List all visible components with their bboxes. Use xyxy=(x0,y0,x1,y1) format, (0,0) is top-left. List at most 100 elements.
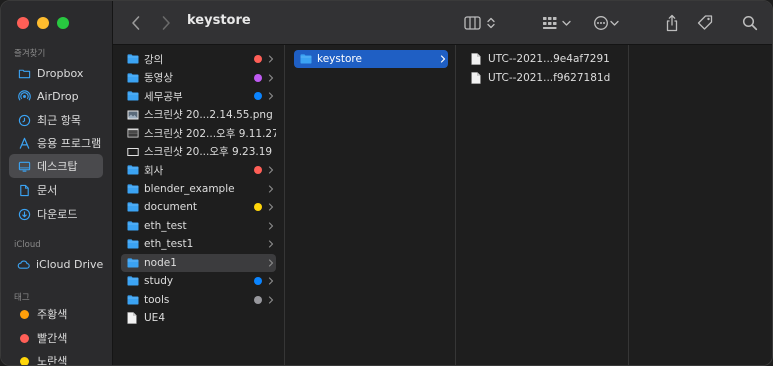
folder-icon xyxy=(127,294,139,304)
item-label: document xyxy=(144,201,197,213)
sidebar-item-desktop[interactable]: 데스크탑 xyxy=(9,154,103,178)
chevron-right-icon xyxy=(268,295,274,304)
tags-button[interactable] xyxy=(695,12,715,34)
item-label: 강의 xyxy=(144,53,164,66)
sidebar-item-downloads[interactable]: 다운로드 xyxy=(9,202,103,226)
tag-dot-icon xyxy=(254,55,262,63)
chevron-right-icon xyxy=(268,55,274,63)
item-label: eth_test xyxy=(144,219,187,232)
red-tag-dot-icon xyxy=(20,333,29,343)
folder-row[interactable]: 회사 xyxy=(121,161,276,179)
folder-row[interactable]: study xyxy=(121,272,276,290)
chevron-right-icon xyxy=(268,240,274,248)
item-label: 스크린샷 202...오후 9.11.27 xyxy=(144,127,276,140)
chevron-right-icon xyxy=(268,166,276,174)
folder-icon xyxy=(127,54,139,64)
folder-icon xyxy=(127,54,139,64)
item-label: UTC--2021...f9627181d xyxy=(488,71,611,84)
folder-row[interactable]: 강의 xyxy=(121,50,276,68)
view-mode-button[interactable] xyxy=(463,12,499,34)
folder-row[interactable]: blender_example xyxy=(121,180,276,198)
sidebar-item-icloud-drive[interactable]: iCloud Drive xyxy=(9,252,103,276)
folder-row[interactable]: 세무공부 xyxy=(121,87,276,105)
sidebar-item-label: 다운로드 xyxy=(37,208,78,221)
folder-row[interactable]: tools xyxy=(121,291,276,309)
sidebar-item-dropbox[interactable]: Dropbox xyxy=(9,61,103,85)
sidebar-item-recents[interactable]: 최근 항목 xyxy=(9,108,103,132)
tag-dot-icon xyxy=(254,203,262,211)
chevron-right-icon xyxy=(268,221,274,230)
sidebar-item-label: AirDrop xyxy=(37,89,79,103)
file-icon xyxy=(127,128,139,138)
sidebar-item-applications[interactable]: 응용 프로그램 xyxy=(9,131,103,155)
group-grid-icon xyxy=(543,17,571,29)
sidebar-item-label: 응용 프로그램 xyxy=(37,137,102,150)
chevron-right-icon xyxy=(268,92,274,100)
chevron-right-icon xyxy=(268,203,274,211)
file-icon xyxy=(127,312,137,324)
column-node1: keystore xyxy=(286,45,456,365)
column-desktop: 강의동영상세무공부스크린샷 20...2.14.55.png 스크린샷 202..… xyxy=(113,45,285,365)
action-menu-button[interactable] xyxy=(593,12,623,34)
folder-row[interactable]: document xyxy=(121,198,276,216)
file-row[interactable]: 스크린샷 202...오후 9.11.27 xyxy=(121,124,276,142)
sidebar-item-documents[interactable]: 문서 xyxy=(9,178,103,202)
item-label: 동영상 xyxy=(144,72,173,84)
forward-button[interactable] xyxy=(157,12,175,34)
chevron-right-icon xyxy=(268,73,276,82)
folder-icon xyxy=(127,165,139,175)
search-button[interactable] xyxy=(741,12,759,34)
file-row[interactable]: UE4 xyxy=(121,309,276,327)
folder-row[interactable]: 동영상 xyxy=(121,69,276,87)
share-button[interactable] xyxy=(663,12,681,34)
file-row[interactable]: UTC--2021...9e4af7291 xyxy=(467,50,617,68)
file-row[interactable]: 스크린샷 20...오후 9.23.19 xyxy=(121,143,276,161)
fullscreen-window-button[interactable] xyxy=(57,17,69,29)
sidebar-tag-red[interactable]: 빨간색 xyxy=(9,326,103,350)
folder-icon xyxy=(127,220,139,230)
applications-icon xyxy=(17,136,31,150)
chevron-right-icon xyxy=(268,184,274,193)
screenshot-file-icon xyxy=(127,147,139,156)
folder-row[interactable]: node1 xyxy=(121,253,276,272)
sidebar-tag-orange[interactable]: 주황색 xyxy=(9,302,103,326)
folder-row[interactable]: eth_test1 xyxy=(121,235,276,253)
ellipsis-circle-icon xyxy=(594,16,619,30)
close-window-button[interactable] xyxy=(17,17,29,29)
minimize-window-button[interactable] xyxy=(37,17,49,29)
chevron-right-icon xyxy=(268,258,274,267)
sidebar-item-label: 최근 항목 xyxy=(37,114,81,127)
chevron-right-icon xyxy=(268,295,276,304)
sidebar-tag-yellow[interactable]: 노란색 xyxy=(9,349,103,365)
airdrop-icon xyxy=(17,89,31,103)
document-file-icon xyxy=(471,53,481,65)
sidebar-item-airdrop[interactable]: AirDrop xyxy=(9,84,103,108)
chevron-right-icon xyxy=(268,73,274,82)
chevron-right-icon xyxy=(440,55,446,63)
folder-row[interactable]: eth_test xyxy=(121,217,276,235)
tag-dot-icon xyxy=(254,92,262,100)
item-label: node1 xyxy=(144,256,177,269)
chevron-right-icon xyxy=(268,203,276,211)
file-row[interactable]: 스크린샷 20...2.14.55.png xyxy=(121,106,276,124)
yellow-tag-dot-icon xyxy=(20,356,29,365)
group-button[interactable] xyxy=(541,12,575,34)
item-label: UE4 xyxy=(144,312,165,324)
tag-dot-icon xyxy=(254,295,262,304)
item-label: 세무공부 xyxy=(144,90,183,103)
screenshot-file-icon xyxy=(127,128,139,138)
window-controls xyxy=(17,17,69,29)
chevron-right-icon xyxy=(268,184,276,193)
folder-icon xyxy=(127,239,139,249)
folder-icon xyxy=(17,66,31,80)
file-icon xyxy=(471,53,481,65)
folder-icon xyxy=(300,54,312,64)
sidebar-item-label: 빨간색 xyxy=(37,332,68,345)
item-label: keystore xyxy=(317,53,362,65)
chevron-right-icon xyxy=(268,166,274,174)
folder-row[interactable]: keystore xyxy=(294,50,448,68)
chevron-right-icon xyxy=(162,16,170,30)
back-button[interactable] xyxy=(127,12,145,34)
search-icon xyxy=(742,15,758,31)
file-row[interactable]: UTC--2021...f9627181d xyxy=(467,69,617,87)
